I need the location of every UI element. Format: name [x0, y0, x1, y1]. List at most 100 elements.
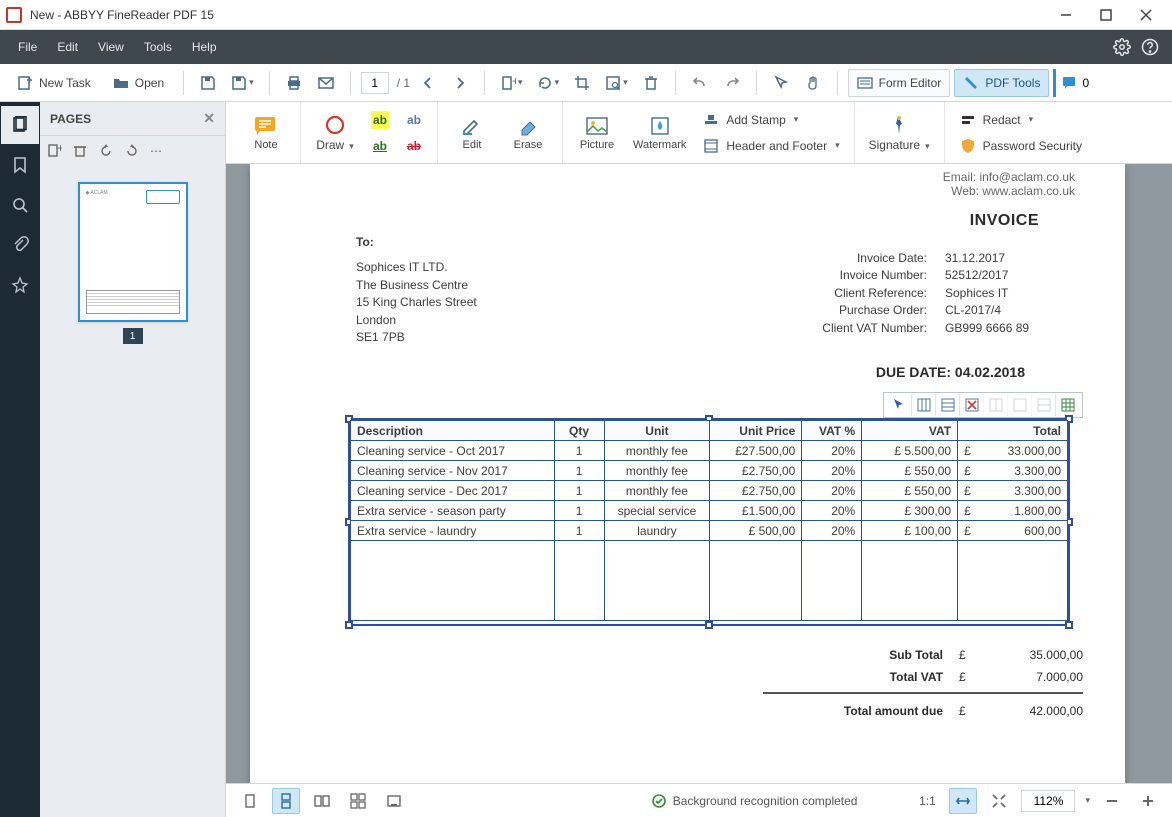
zoom-fit-page[interactable]	[985, 788, 1013, 814]
picture-tool[interactable]: Picture	[571, 113, 623, 153]
table-add-hline-tool[interactable]	[935, 394, 959, 416]
menu-view[interactable]: View	[88, 36, 134, 58]
note-tool[interactable]: Note	[240, 113, 292, 153]
draw-label: Draw ▾	[316, 138, 354, 152]
add-page-button[interactable]: +▾	[495, 69, 528, 97]
redact-button[interactable]: Redact▾	[953, 108, 1088, 132]
table-row: Cleaning service - Dec 20171monthly fee£…	[351, 481, 1068, 501]
text-tool[interactable]: ab	[399, 108, 429, 132]
help-icon[interactable]	[1136, 33, 1164, 61]
new-task-label: New Task	[39, 76, 91, 90]
hand-tool-button[interactable]	[799, 69, 827, 97]
pages-panel-tools: + ⋯	[40, 136, 225, 166]
table-delete-line-tool[interactable]	[959, 394, 983, 416]
menu-tools[interactable]: Tools	[134, 36, 182, 58]
rotate-button[interactable]: ▾	[532, 69, 565, 97]
erase-tool[interactable]: Erase	[502, 113, 554, 153]
watermark-tool[interactable]: Watermark	[627, 113, 692, 153]
app-icon	[6, 7, 22, 23]
erase-label: Erase	[514, 139, 543, 151]
edit-tool[interactable]: Edit	[446, 113, 498, 153]
zoom-input[interactable]	[1021, 790, 1075, 812]
minimize-button[interactable]	[1046, 0, 1086, 30]
status-bar: Background recognition completed 1:1 ▾	[226, 783, 1172, 817]
view-fullscreen[interactable]	[380, 788, 408, 814]
page-number-input[interactable]	[361, 72, 389, 94]
redo-button[interactable]	[718, 69, 746, 97]
new-task-button[interactable]: New Task	[8, 69, 100, 97]
next-page-button[interactable]	[446, 69, 474, 97]
delete-page-icon[interactable]	[72, 143, 88, 159]
pages-panel-header: PAGES ✕	[40, 102, 225, 136]
page-thumbnail[interactable]: ◆ ACLAM	[78, 182, 188, 322]
add-stamp-button[interactable]: Add Stamp▾	[696, 108, 845, 132]
close-panel-button[interactable]: ✕	[203, 110, 215, 127]
pdf-tools-label: PDF Tools	[985, 76, 1040, 90]
table-add-vline-tool[interactable]	[911, 394, 935, 416]
picture-label: Picture	[580, 139, 614, 151]
more-options-icon[interactable]: ⋯	[150, 144, 162, 158]
zoom-out[interactable]	[1098, 788, 1126, 814]
view-single-page[interactable]	[236, 788, 264, 814]
strikeout-tool[interactable]: ab	[399, 134, 429, 158]
signature-tool[interactable]: Signature ▾	[863, 112, 936, 154]
invoice-title: INVOICE	[970, 212, 1039, 230]
zoom-in[interactable]	[1134, 788, 1162, 814]
menu-help[interactable]: Help	[182, 36, 227, 58]
table-analyze-tool[interactable]	[1055, 394, 1079, 416]
prev-page-button[interactable]	[414, 69, 442, 97]
highlight-tool[interactable]: ab	[365, 108, 395, 132]
table-row: Extra service - season party1special ser…	[351, 501, 1068, 521]
menu-edit[interactable]: Edit	[47, 36, 88, 58]
view-two-continuous[interactable]	[344, 788, 372, 814]
tab-signatures[interactable]	[1, 266, 39, 304]
view-continuous[interactable]	[272, 788, 300, 814]
underline-tool[interactable]: ab	[365, 134, 395, 158]
zoom-actual[interactable]: 1:1	[913, 788, 941, 814]
recognize-button[interactable]: ▾	[600, 69, 633, 97]
title-bar: New - ABBYY FineReader PDF 15	[0, 0, 1172, 30]
save-button[interactable]	[194, 69, 222, 97]
print-button[interactable]	[280, 69, 308, 97]
settings-icon[interactable]	[1108, 33, 1136, 61]
svg-text:+: +	[57, 143, 62, 155]
view-two-page[interactable]	[308, 788, 336, 814]
password-security-button[interactable]: Password Security	[953, 134, 1088, 158]
pdf-tools-button[interactable]: PDF Tools	[954, 69, 1049, 97]
comments-button[interactable]: 0	[1053, 69, 1089, 97]
rotate-right-icon[interactable]	[124, 143, 140, 159]
tab-bookmarks[interactable]	[1, 146, 39, 184]
add-page-icon[interactable]: +	[46, 143, 62, 159]
recognition-status: Background recognition completed	[651, 793, 858, 809]
close-button[interactable]	[1126, 0, 1166, 30]
tab-attachments[interactable]	[1, 226, 39, 264]
pointer-tool-button[interactable]	[767, 69, 795, 97]
menu-bar: File Edit View Tools Help	[0, 30, 1172, 64]
edit-label: Edit	[463, 139, 482, 151]
email-button[interactable]	[312, 69, 340, 97]
draw-tool[interactable]: Draw ▾	[309, 112, 361, 154]
watermark-label: Watermark	[633, 139, 686, 151]
open-button[interactable]: Open	[104, 69, 173, 97]
tab-pages[interactable]	[1, 106, 39, 144]
save-as-button[interactable]: ▾	[226, 69, 259, 97]
table-pointer-tool[interactable]	[887, 394, 911, 416]
undo-button[interactable]	[686, 69, 714, 97]
table-row: Cleaning service - Nov 20171monthly fee£…	[351, 461, 1068, 481]
tab-search[interactable]	[1, 186, 39, 224]
header-footer-button[interactable]: Header and Footer▾	[696, 134, 845, 158]
table-split-tool[interactable]	[983, 394, 1007, 416]
form-editor-label: Form Editor	[879, 76, 942, 90]
table-merge-rows-tool[interactable]	[1031, 394, 1055, 416]
invoice-totals: Sub Total£35.000,00 Total VAT£7.000,00 T…	[743, 644, 1083, 722]
table-merge-tool[interactable]	[1007, 394, 1031, 416]
page-canvas[interactable]: Email: info@aclam.co.uk Web: www.aclam.c…	[226, 164, 1172, 783]
menu-file[interactable]: File	[8, 36, 47, 58]
form-editor-button[interactable]: Form Editor	[848, 69, 951, 97]
crop-button[interactable]	[568, 69, 596, 97]
rotate-left-icon[interactable]	[98, 143, 114, 159]
table-row: Extra service - laundry1laundry£ 500,002…	[351, 521, 1068, 541]
maximize-button[interactable]	[1086, 0, 1126, 30]
zoom-fit-width[interactable]	[949, 788, 977, 814]
delete-button[interactable]	[637, 69, 665, 97]
